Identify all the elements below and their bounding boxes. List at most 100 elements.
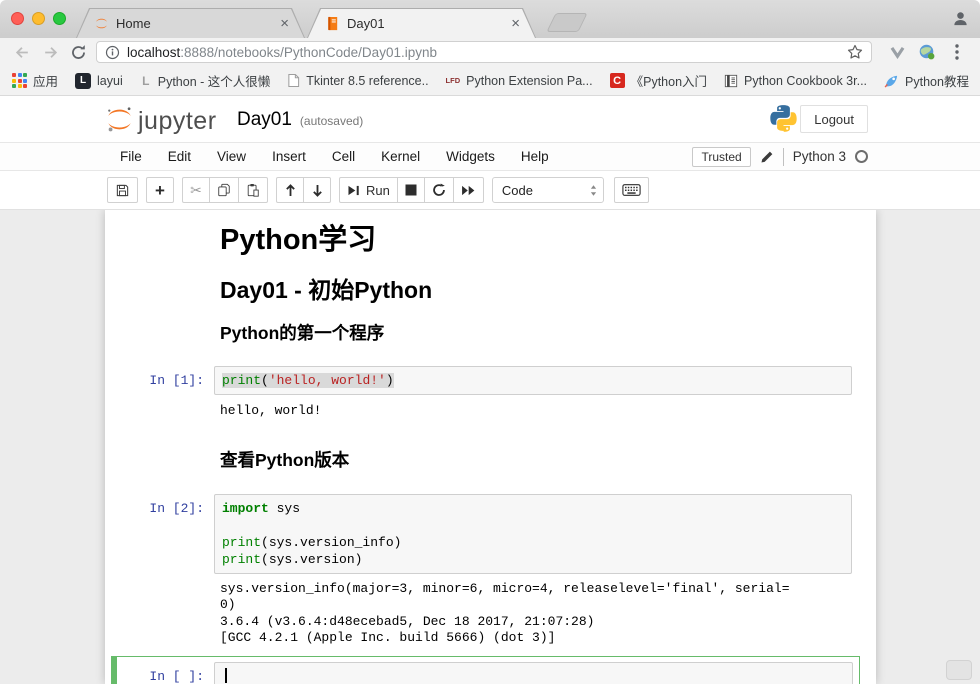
jupyter-header: jupyter Day01 (autosaved) Logout [0,96,980,142]
red-c-favicon: C [610,73,625,88]
keyboard-icon [622,184,641,196]
minimize-window-button[interactable] [32,12,45,25]
jupyter-favicon-icon [94,16,109,31]
notebook-scroll-area: Python学习 Day01 - 初始Python Python的第一个程序 I… [0,210,980,684]
page-favicon [287,73,300,88]
cut-cell-button[interactable]: ✂ [182,177,210,203]
jupyter-toolbar: + ✂ Run [0,171,980,210]
save-button[interactable] [107,177,138,203]
cell-1-code-input[interactable]: print('hello, world!') [214,366,852,395]
book-favicon [724,74,738,88]
kernel-idle-indicator [855,150,868,163]
menu-view[interactable]: View [204,143,259,170]
paste-cell-button[interactable] [238,177,268,203]
traffic-lights [11,12,66,25]
back-button[interactable] [8,40,36,64]
jupyter-logo-icon [104,104,135,135]
jupyter-menubar: File Edit View Insert Cell Kernel Widget… [0,142,980,171]
menu-insert[interactable]: Insert [259,143,319,170]
cell-2-output: sys.version_info(major=3, minor=6, micro… [220,574,852,647]
bookmark-label: layui [97,74,123,88]
restart-run-all-button[interactable] [453,177,484,203]
rocket-favicon [884,73,899,88]
bookmark-python-cookbook[interactable]: Python Cookbook 3r... [724,74,867,88]
layui-favicon: L [75,73,91,89]
move-cell-up-button[interactable] [276,177,304,203]
logout-button[interactable]: Logout [800,105,868,133]
paste-icon [246,183,260,197]
bookmark-python-rumen[interactable]: C 《Python入门 [610,71,707,90]
jupyter-logo[interactable]: jupyter [104,104,217,135]
cell-1-output: hello, world! [220,395,852,420]
menu-file[interactable]: File [107,143,155,170]
window-corner-box [946,660,972,680]
address-bar-row: localhost:8888/notebooks/PythonCode/Day0… [0,38,980,66]
bookmark-apps[interactable]: 应用 [12,71,58,90]
notebook-heading-2: Day01 - 初始Python [220,277,852,303]
bookmark-python-extension[interactable]: LFD Python Extension Pa... [446,74,593,88]
tab-home[interactable]: Home × [76,8,305,38]
bookmark-star-icon[interactable] [847,44,863,60]
cell-type-select[interactable]: Code [492,177,604,203]
new-tab-button[interactable] [546,13,587,32]
kernel-name: Python 3 [793,149,846,164]
bookmark-label: Python Cookbook 3r... [744,74,867,88]
jupyter-wordmark: jupyter [138,108,217,136]
code-cell-3-selected: In [ ]: [111,656,860,684]
extension-globe-icon[interactable] [914,40,940,64]
trusted-button[interactable]: Trusted [692,147,750,167]
command-palette-button[interactable] [614,177,649,203]
browser-window: Home × Day01 × [0,0,980,684]
menu-kernel[interactable]: Kernel [368,143,433,170]
move-cell-down-button[interactable] [303,177,331,203]
stop-icon [405,184,417,196]
zoom-window-button[interactable] [53,12,66,25]
code-cell-1: In [1]: print('hello, world!') [105,366,876,395]
tab-home-label: Home [116,16,280,31]
tab-home-close-icon[interactable]: × [280,16,289,31]
bookmark-label: Python - 这个人很懒 [158,71,271,90]
menu-widgets[interactable]: Widgets [433,143,508,170]
autosave-status: (autosaved) [300,114,363,128]
copy-cell-button[interactable] [209,177,239,203]
menu-help[interactable]: Help [508,143,562,170]
cell-3-code-input[interactable] [214,662,853,684]
profile-icon[interactable] [952,10,969,27]
bookmark-label: Tkinter 8.5 reference.. [306,74,428,88]
url-path: :8888/notebooks/PythonCode/Day01.ipynb [180,45,437,60]
plus-icon: + [155,182,165,199]
cell-3-input-prompt: In [ ]: [117,662,214,684]
tab-day01-label: Day01 [347,16,511,31]
run-cell-button[interactable]: Run [339,177,398,203]
extension-chevron-icon[interactable] [884,40,910,64]
tab-day01[interactable]: Day01 × [307,8,536,38]
bookmark-python-tutorial[interactable]: Python教程 [884,71,969,90]
close-window-button[interactable] [11,12,24,25]
forward-button[interactable] [36,40,64,64]
cell-1-input-prompt: In [1]: [105,366,214,395]
url-text: localhost:8888/notebooks/PythonCode/Day0… [127,45,847,60]
page-info-icon[interactable] [105,45,120,60]
url-input[interactable]: localhost:8888/notebooks/PythonCode/Day0… [96,41,872,63]
notebook-heading-3-first: Python的第一个程序 [220,323,852,343]
browser-menu-icon[interactable] [944,40,970,64]
notebook-title[interactable]: Day01 [237,109,292,131]
insert-cell-button[interactable]: + [146,177,174,203]
cell-2-code-input[interactable]: import sys print(sys.version_info)print(… [214,494,852,574]
copy-icon [217,183,231,197]
letter-l-favicon: L [140,74,152,88]
restart-kernel-button[interactable] [424,177,454,203]
menu-cell[interactable]: Cell [319,143,368,170]
reload-button[interactable] [64,40,92,64]
python-logo-icon [768,103,799,134]
bookmark-layui[interactable]: L layui [75,73,123,89]
bookmark-tkinter[interactable]: Tkinter 8.5 reference.. [287,73,428,88]
notebook-container: Python学习 Day01 - 初始Python Python的第一个程序 I… [105,210,876,684]
tab-day01-close-icon[interactable]: × [511,16,520,31]
bookmark-python-blog[interactable]: L Python - 这个人很懒 [140,71,271,90]
save-icon [115,183,130,198]
bookmark-label: Python Extension Pa... [466,74,592,88]
text-cursor [225,668,227,683]
interrupt-kernel-button[interactable] [397,177,425,203]
menu-edit[interactable]: Edit [155,143,204,170]
